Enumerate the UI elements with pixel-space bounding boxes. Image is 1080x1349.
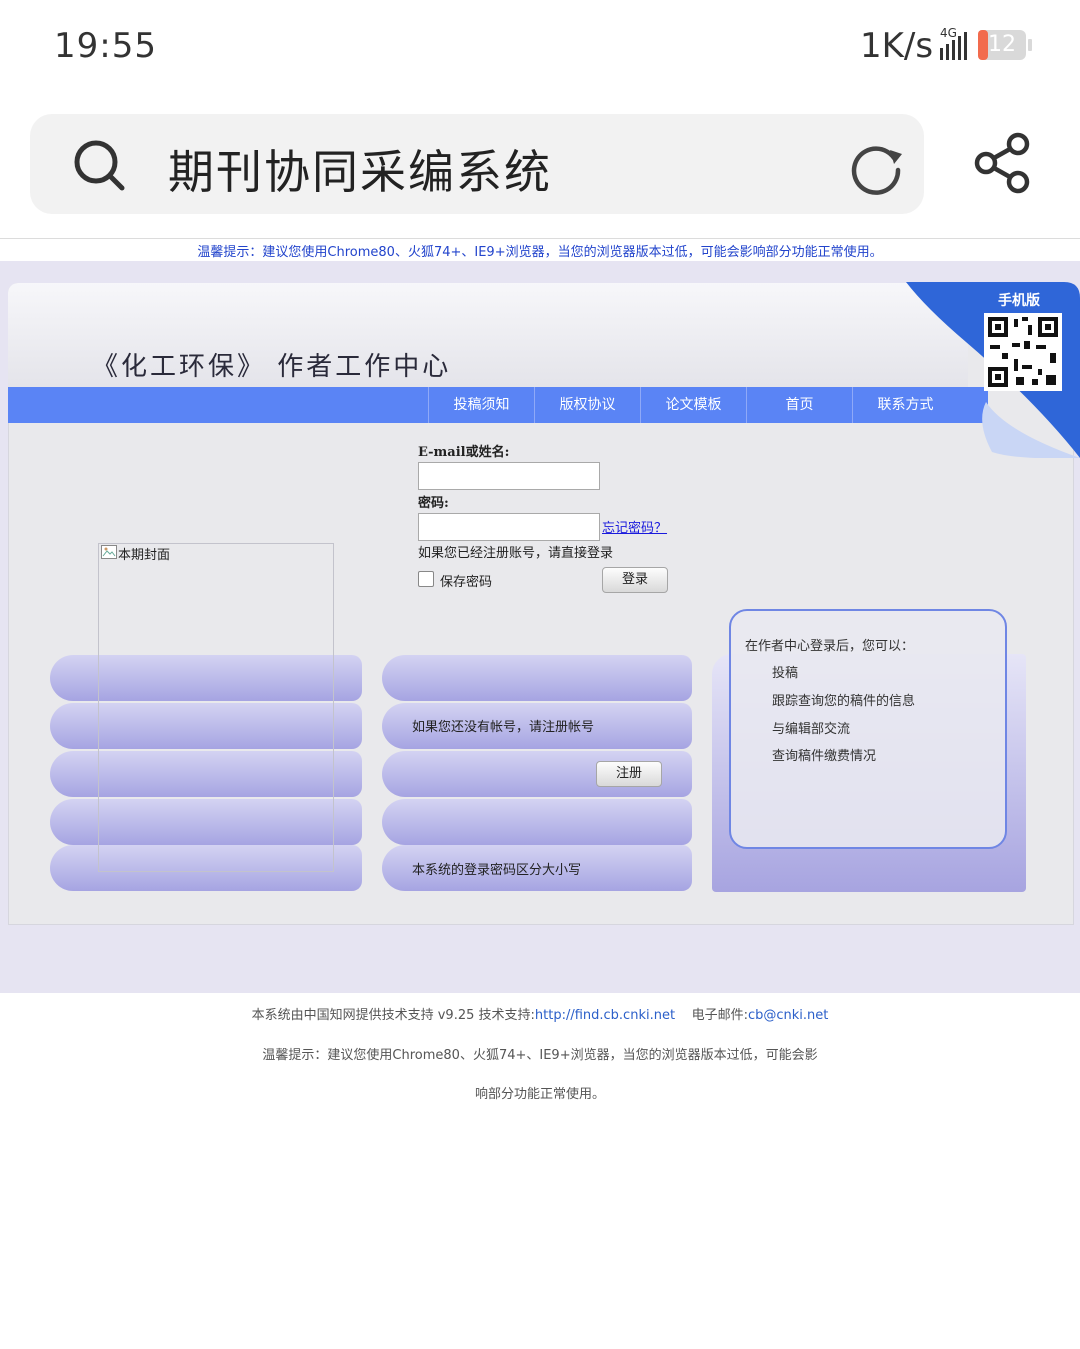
info-item: 查询稿件缴费情况: [772, 749, 877, 764]
issue-cover[interactable]: [98, 543, 334, 872]
registered-hint: 如果您已经注册账号，请直接登录: [418, 546, 614, 561]
password-field[interactable]: [418, 513, 600, 541]
nav-submission-guide[interactable]: 投稿须知: [428, 387, 534, 423]
register-hint: 如果您还没有帐号，请注册帐号: [412, 720, 595, 735]
login-button[interactable]: 登录: [602, 567, 668, 593]
support-link[interactable]: http://find.cb.cnki.net: [535, 1008, 675, 1023]
decor-bar: [382, 655, 692, 701]
info-item: 跟踪查询您的稿件的信息: [772, 694, 916, 709]
password-label: 密码:: [418, 496, 449, 511]
email-label: E-mail或姓名:: [418, 445, 510, 460]
info-title: 在作者中心登录后，您可以：: [745, 639, 915, 654]
divider: [0, 238, 1080, 239]
register-button[interactable]: 注册: [596, 761, 662, 787]
info-item: 与编辑部交流: [772, 722, 851, 737]
browser-notice: 温馨提示：建议您使用Chrome80、火狐74+、IE9+浏览器，当您的浏览器版…: [197, 245, 883, 260]
footer-support: 本系统由中国知网提供技术支持 v9.25 技术支持:http://find.cb…: [0, 1004, 1080, 1023]
search-icon[interactable]: [72, 138, 126, 192]
broken-image-icon: [101, 545, 117, 559]
remember-password-checkbox[interactable]: [418, 571, 434, 587]
share-icon[interactable]: [970, 130, 1032, 196]
decor-bar: [382, 799, 692, 845]
remember-password-label[interactable]: 保存密码: [440, 571, 492, 590]
issue-cover-label: 本期封面: [118, 548, 171, 563]
footer-notice-line2: 响部分功能正常使用。: [474, 1087, 605, 1102]
footer-support-text: 本系统由中国知网提供技术支持 v9.25 技术支持:: [251, 1008, 535, 1023]
case-sensitive-hint: 本系统的登录密码区分大小写: [412, 863, 582, 878]
signal-icon: 4G: [940, 26, 967, 60]
battery-level: 12: [988, 32, 1016, 57]
qr-code-icon: [984, 313, 1062, 391]
site-title: 《化工环保》 作者工作中心: [92, 352, 452, 382]
info-item: 投稿: [772, 666, 799, 681]
footer-notice-line1: 温馨提示：建议您使用Chrome80、火狐74+、IE9+浏览器，当您的浏览器版…: [262, 1048, 818, 1063]
email-link[interactable]: cb@cnki.net: [748, 1008, 828, 1023]
mobile-label[interactable]: 手机版: [998, 290, 1040, 310]
nav-copyright[interactable]: 版权协议: [534, 387, 640, 423]
network-type: 4G: [940, 26, 957, 40]
forgot-password-link[interactable]: 忘记密码？: [602, 517, 667, 536]
email-field[interactable]: [418, 462, 600, 490]
network-speed: 1K/s: [860, 26, 934, 66]
nav-template[interactable]: 论文模板: [640, 387, 746, 423]
page-title[interactable]: 期刊协同采编系统: [168, 136, 552, 202]
footer-email-text: 电子邮件:: [691, 1008, 748, 1023]
reload-icon[interactable]: [846, 136, 906, 196]
status-time: 19:55: [54, 26, 157, 66]
nav-home[interactable]: 首页: [746, 387, 852, 423]
